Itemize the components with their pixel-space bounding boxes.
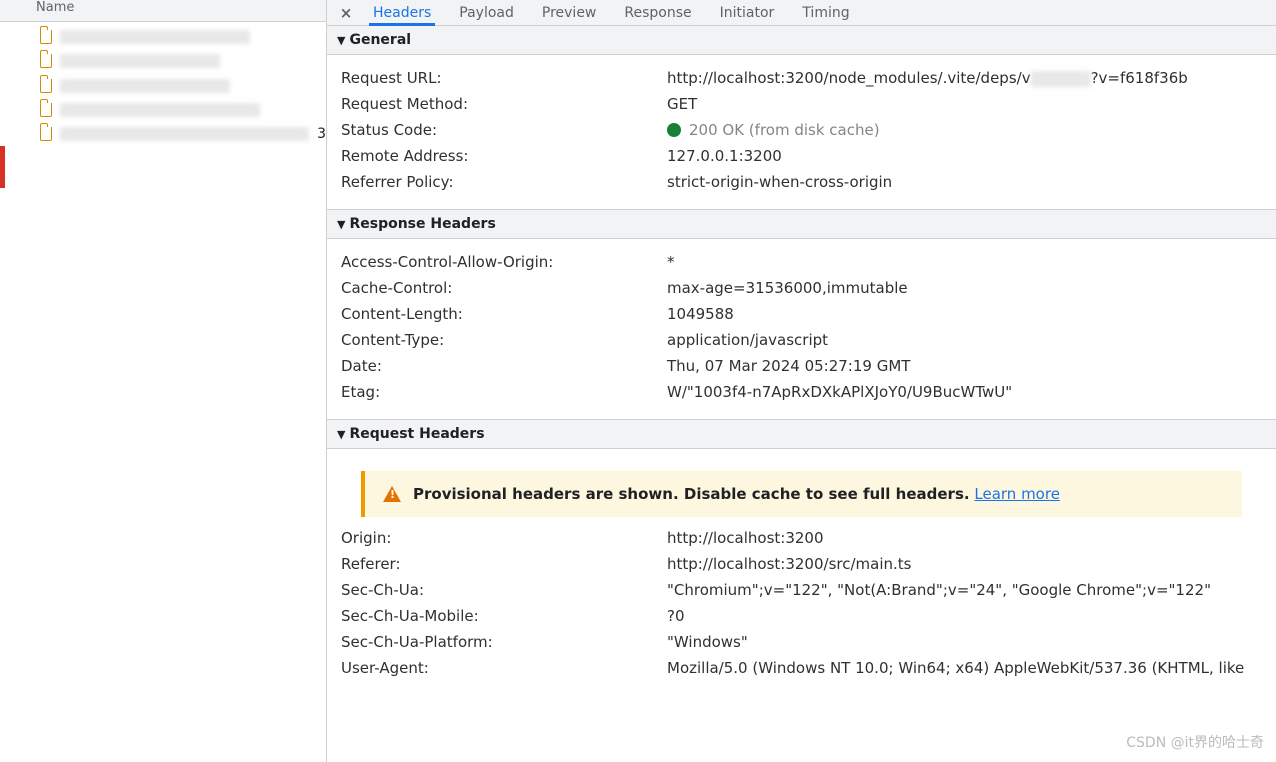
redacted-segment <box>1031 71 1091 87</box>
chevron-down-icon: ▼ <box>337 218 345 231</box>
request-list-panel: Name 3 <box>0 0 327 762</box>
kv-etag: Etag:W/"1003f4-n7ApRxDXkAPlXJoY0/U9BucWT… <box>337 379 1266 405</box>
request-list: 3 <box>0 22 326 143</box>
kv-cache-control: Cache-Control:max-age=31536000,immutable <box>337 275 1266 301</box>
kv-sec-ch-ua-mobile: Sec-Ch-Ua-Mobile:?0 <box>337 603 1266 629</box>
kv-content-type: Content-Type:application/javascript <box>337 327 1266 353</box>
kv-remote-address: Remote Address: 127.0.0.1:3200 <box>337 143 1266 169</box>
section-general-header[interactable]: ▼ General <box>327 26 1276 55</box>
kv-request-url: Request URL: http://localhost:3200/node_… <box>337 65 1266 91</box>
kv-date: Date:Thu, 07 Mar 2024 05:27:19 GMT <box>337 353 1266 379</box>
warning-icon <box>383 486 401 502</box>
kv-user-agent: User-Agent:Mozilla/5.0 (Windows NT 10.0;… <box>337 655 1266 681</box>
kv-sec-ch-ua-platform: Sec-Ch-Ua-Platform:"Windows" <box>337 629 1266 655</box>
column-header-name[interactable]: Name <box>0 0 326 22</box>
kv-request-method: Request Method: GET <box>337 91 1266 117</box>
section-request-headers-header[interactable]: ▼ Request Headers <box>327 419 1276 449</box>
kv-content-length: Content-Length:1049588 <box>337 301 1266 327</box>
provisional-headers-banner: Provisional headers are shown. Disable c… <box>361 471 1242 517</box>
kv-acao: Access-Control-Allow-Origin:* <box>337 249 1266 275</box>
tab-initiator[interactable]: Initiator <box>706 0 789 26</box>
status-dot-icon <box>667 123 681 137</box>
section-response-headers-header[interactable]: ▼ Response Headers <box>327 209 1276 239</box>
tab-response[interactable]: Response <box>610 0 705 26</box>
truncated-char: 3 <box>317 126 326 142</box>
tab-payload[interactable]: Payload <box>445 0 528 26</box>
kv-status-code: Status Code: 200 OK (from disk cache) <box>337 117 1266 143</box>
section-general-body: Request URL: http://localhost:3200/node_… <box>327 55 1276 209</box>
red-selection-marker <box>0 146 5 188</box>
chevron-down-icon: ▼ <box>337 34 345 47</box>
section-response-body: Access-Control-Allow-Origin:* Cache-Cont… <box>327 239 1276 419</box>
kv-referrer-policy: Referrer Policy: strict-origin-when-cros… <box>337 169 1266 195</box>
kv-sec-ch-ua: Sec-Ch-Ua:"Chromium";v="122", "Not(A:Bra… <box>337 577 1266 603</box>
tabs-bar: × Headers Payload Preview Response Initi… <box>327 0 1276 26</box>
section-response-title: Response Headers <box>349 216 495 232</box>
js-file-icon <box>40 103 52 117</box>
js-file-icon <box>40 127 52 141</box>
js-file-icon <box>40 30 52 44</box>
tab-preview[interactable]: Preview <box>528 0 611 26</box>
tab-timing[interactable]: Timing <box>788 0 863 26</box>
js-file-icon <box>40 79 52 93</box>
details-panel: × Headers Payload Preview Response Initi… <box>327 0 1276 762</box>
close-details-button[interactable]: × <box>333 0 359 26</box>
section-request-body: Provisional headers are shown. Disable c… <box>327 449 1276 695</box>
learn-more-link[interactable]: Learn more <box>974 485 1060 503</box>
chevron-down-icon: ▼ <box>337 428 345 441</box>
tab-headers[interactable]: Headers <box>359 0 445 26</box>
section-general-title: General <box>349 32 411 48</box>
js-file-icon <box>40 54 52 68</box>
section-request-title: Request Headers <box>349 426 484 442</box>
kv-referer: Referer:http://localhost:3200/src/main.t… <box>337 551 1266 577</box>
kv-origin: Origin:http://localhost:3200 <box>337 525 1266 551</box>
